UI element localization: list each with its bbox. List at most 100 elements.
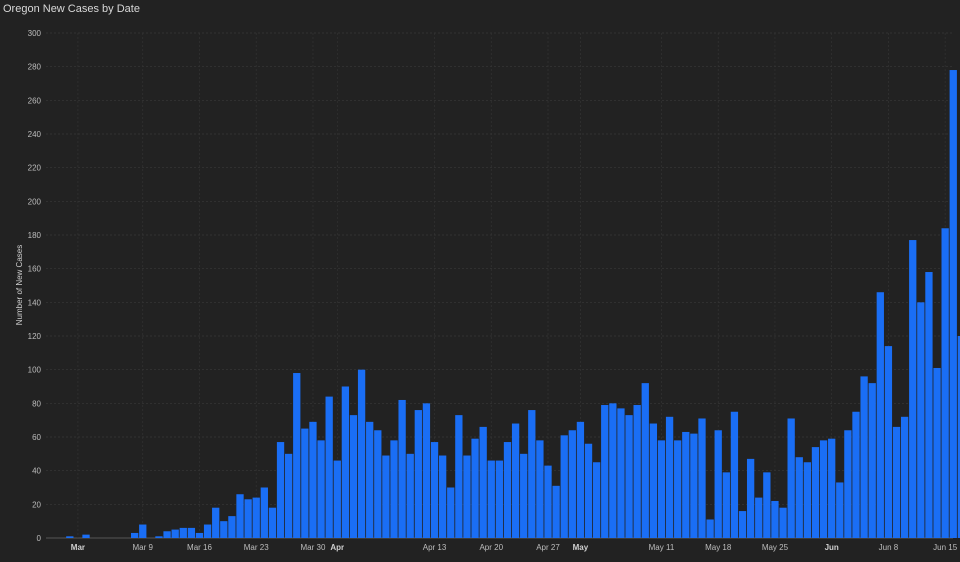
bar[interactable] bbox=[730, 411, 739, 538]
bar[interactable] bbox=[625, 415, 633, 538]
bar[interactable] bbox=[260, 487, 268, 539]
bar[interactable] bbox=[317, 440, 325, 538]
bar[interactable] bbox=[941, 228, 949, 538]
bar[interactable] bbox=[463, 455, 471, 538]
bar[interactable] bbox=[949, 70, 957, 539]
bar[interactable] bbox=[609, 403, 617, 538]
bar[interactable] bbox=[309, 421, 317, 538]
bar[interactable] bbox=[925, 272, 933, 538]
bar[interactable] bbox=[341, 386, 350, 539]
bar[interactable] bbox=[698, 418, 706, 538]
bar[interactable] bbox=[755, 497, 763, 538]
bar[interactable] bbox=[406, 453, 414, 538]
bar[interactable] bbox=[333, 460, 341, 538]
bar[interactable] bbox=[66, 536, 74, 538]
bar[interactable] bbox=[195, 532, 204, 538]
bar[interactable] bbox=[706, 519, 714, 538]
bar[interactable] bbox=[511, 423, 520, 538]
bar[interactable] bbox=[779, 507, 787, 538]
bar[interactable] bbox=[187, 527, 196, 538]
bar[interactable] bbox=[544, 465, 552, 538]
bar[interactable] bbox=[82, 534, 90, 538]
bar[interactable] bbox=[933, 367, 941, 538]
bar[interactable] bbox=[349, 415, 358, 538]
bar[interactable] bbox=[220, 521, 228, 538]
bar[interactable] bbox=[674, 440, 682, 538]
bar[interactable] bbox=[568, 430, 576, 538]
bar[interactable] bbox=[844, 430, 852, 538]
bar[interactable] bbox=[811, 447, 820, 538]
bar[interactable] bbox=[803, 462, 812, 538]
bar[interactable] bbox=[617, 408, 625, 538]
bar[interactable] bbox=[852, 411, 860, 538]
bar[interactable] bbox=[884, 346, 893, 538]
bar[interactable] bbox=[131, 532, 139, 538]
bar[interactable] bbox=[787, 418, 795, 538]
bar[interactable] bbox=[536, 440, 544, 538]
bar[interactable] bbox=[203, 524, 212, 538]
bar[interactable] bbox=[301, 428, 309, 538]
bar[interactable] bbox=[552, 485, 560, 538]
bar[interactable] bbox=[722, 472, 730, 538]
bar[interactable] bbox=[633, 405, 641, 538]
bar[interactable] bbox=[212, 507, 220, 538]
bar[interactable] bbox=[795, 457, 803, 538]
bar[interactable] bbox=[641, 383, 649, 538]
bar[interactable] bbox=[860, 376, 868, 538]
bar[interactable] bbox=[293, 373, 301, 538]
bar[interactable] bbox=[374, 430, 382, 538]
bar[interactable] bbox=[868, 383, 876, 538]
bar[interactable] bbox=[828, 438, 836, 538]
bar[interactable] bbox=[430, 442, 439, 538]
bar[interactable] bbox=[592, 462, 601, 538]
bar[interactable] bbox=[325, 396, 333, 538]
bar[interactable] bbox=[819, 440, 828, 538]
bar[interactable] bbox=[357, 369, 366, 538]
bar[interactable] bbox=[657, 440, 666, 538]
bar[interactable] bbox=[495, 460, 504, 538]
bar[interactable] bbox=[471, 438, 479, 538]
bar[interactable] bbox=[528, 410, 536, 538]
bar[interactable] bbox=[479, 426, 487, 538]
bar[interactable] bbox=[520, 453, 528, 538]
bar[interactable] bbox=[649, 423, 658, 538]
bar[interactable] bbox=[503, 442, 512, 538]
bar[interactable] bbox=[171, 529, 179, 538]
bar[interactable] bbox=[665, 416, 674, 538]
bar[interactable] bbox=[139, 524, 147, 538]
bar[interactable] bbox=[228, 516, 236, 538]
bar[interactable] bbox=[690, 433, 698, 538]
bar[interactable] bbox=[560, 435, 568, 538]
bar[interactable] bbox=[738, 511, 747, 538]
bar[interactable] bbox=[771, 500, 779, 538]
bar[interactable] bbox=[276, 442, 285, 538]
bar[interactable] bbox=[179, 527, 187, 538]
bar[interactable] bbox=[438, 455, 447, 538]
bar[interactable] bbox=[836, 482, 844, 538]
bar[interactable] bbox=[746, 458, 755, 538]
bar[interactable] bbox=[236, 494, 244, 538]
bar[interactable] bbox=[163, 531, 171, 538]
bar[interactable] bbox=[366, 421, 374, 538]
bar[interactable] bbox=[714, 430, 722, 538]
bar[interactable] bbox=[487, 460, 495, 538]
bar[interactable] bbox=[900, 416, 909, 538]
bar[interactable] bbox=[382, 455, 390, 538]
bar[interactable] bbox=[447, 487, 455, 539]
bar[interactable] bbox=[763, 472, 771, 538]
bar[interactable] bbox=[390, 440, 398, 538]
bar[interactable] bbox=[422, 403, 431, 538]
bar[interactable] bbox=[909, 240, 917, 539]
bar[interactable] bbox=[584, 443, 593, 538]
bar[interactable] bbox=[601, 405, 609, 538]
bar[interactable] bbox=[398, 399, 406, 538]
bar[interactable] bbox=[892, 426, 901, 538]
bar[interactable] bbox=[455, 415, 463, 538]
bar[interactable] bbox=[284, 453, 293, 538]
bar[interactable] bbox=[917, 302, 925, 538]
bar[interactable] bbox=[576, 421, 585, 538]
bar[interactable] bbox=[268, 507, 277, 538]
bar[interactable] bbox=[876, 292, 884, 538]
bar[interactable] bbox=[252, 497, 260, 538]
bar[interactable] bbox=[244, 499, 252, 538]
